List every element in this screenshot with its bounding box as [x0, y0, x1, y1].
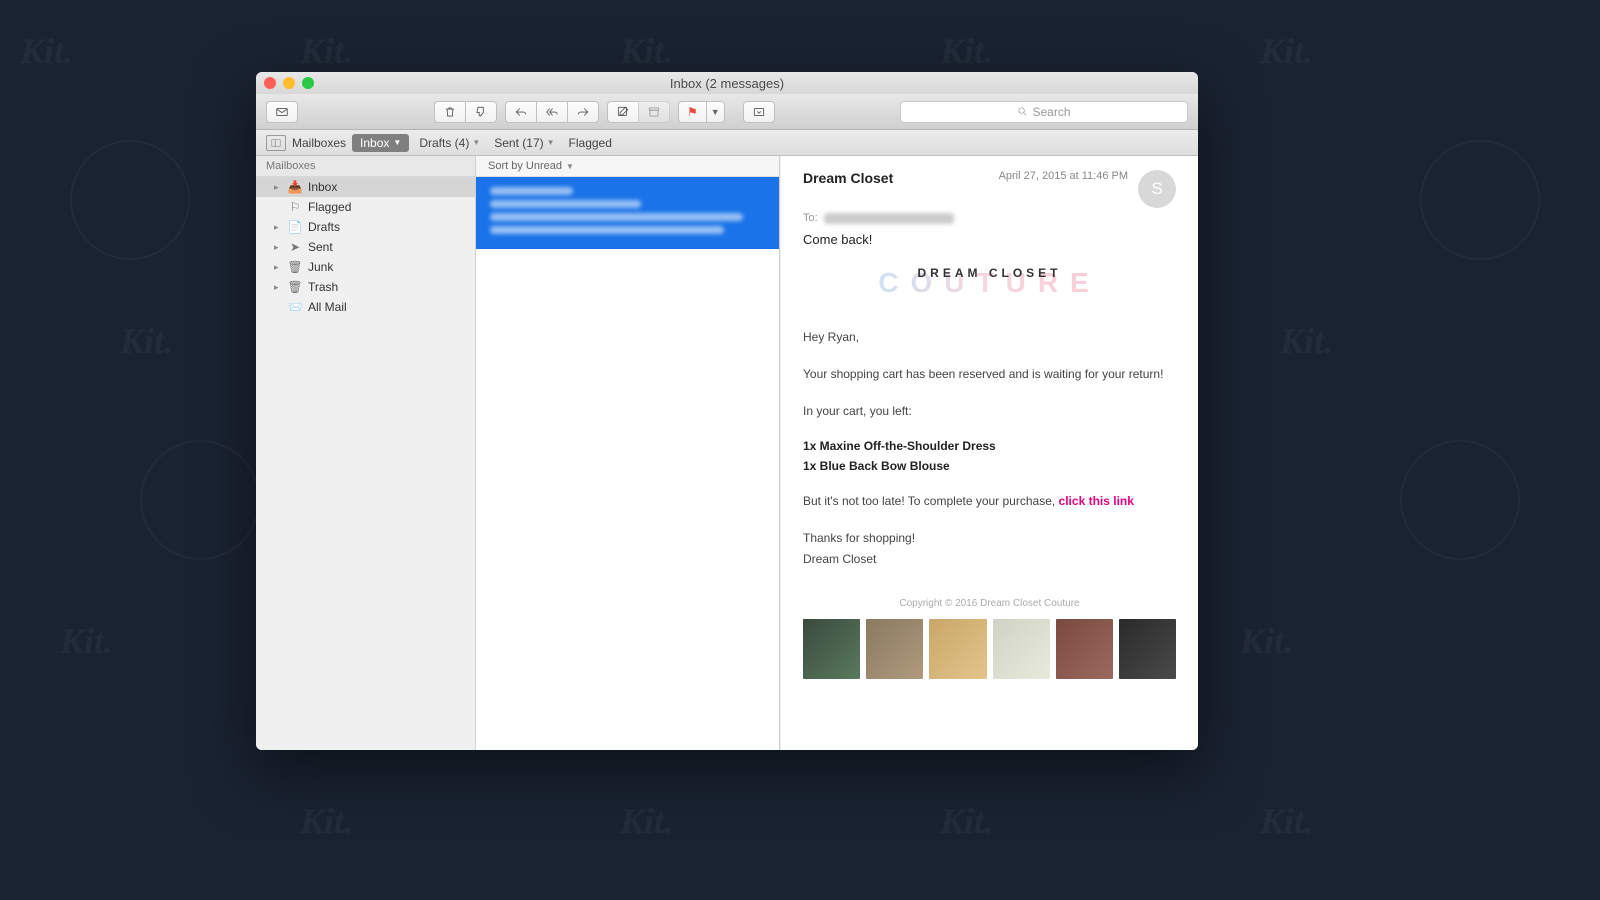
forward-icon [576, 105, 590, 119]
chevron-down-icon: ▼ [711, 107, 720, 117]
trash-icon: 🗑 [288, 280, 302, 294]
body-greeting: Hey Ryan, [803, 329, 1176, 346]
search-placeholder: Search [1032, 105, 1070, 119]
minimize-window-icon[interactable] [283, 77, 295, 89]
toolbar: ⚑ ▼ Search [256, 94, 1198, 130]
product-thumb[interactable] [993, 619, 1050, 679]
flag-button[interactable]: ⚑ [678, 101, 706, 123]
from-name: Dream Closet [803, 170, 999, 186]
archive-button[interactable] [638, 101, 670, 123]
reply-all-icon [545, 105, 559, 119]
flag-icon: ⚑ [687, 105, 698, 119]
sidebar-item-junk[interactable]: ▸🗑Junk [256, 257, 475, 277]
window-title: Inbox (2 messages) [256, 76, 1198, 91]
product-thumb[interactable] [1119, 619, 1176, 679]
delete-button[interactable] [434, 101, 465, 123]
product-thumb[interactable] [866, 619, 923, 679]
sidebar-item-inbox[interactable]: ▸📥Inbox [256, 177, 475, 197]
archive-icon [647, 105, 661, 119]
product-thumb[interactable] [929, 619, 986, 679]
dropdown-box-icon [752, 105, 766, 119]
sidebar: Mailboxes ▸📥Inbox ⚐Flagged ▸📄Drafts ▸➤Se… [256, 156, 476, 750]
product-thumbnails [803, 619, 1176, 679]
thumbs-down-icon [474, 105, 488, 119]
sidebar-heading: Mailboxes [256, 156, 475, 177]
flag-outline-icon: ⚐ [288, 200, 302, 214]
message-date: April 27, 2015 at 11:46 PM [999, 170, 1128, 182]
to-address-redacted [824, 213, 954, 224]
product-thumb[interactable] [803, 619, 860, 679]
titlebar: Inbox (2 messages) [256, 72, 1198, 94]
flagged-fav[interactable]: Flagged [565, 136, 616, 150]
body-p4: Thanks for shopping! [803, 530, 1176, 547]
body-p1: Your shopping cart has been reserved and… [803, 366, 1176, 383]
forward-button[interactable] [567, 101, 599, 123]
compose-icon [616, 105, 630, 119]
inbox-pill[interactable]: Inbox▼ [352, 134, 409, 152]
reply-icon [514, 105, 528, 119]
message-list: Sort by Unread▼ [476, 156, 780, 750]
envelope-icon [275, 105, 289, 119]
flag-menu-button[interactable]: ▼ [706, 101, 725, 123]
body-p3: But it's not too late! To complete your … [803, 493, 1176, 510]
body-p2: In your cart, you left: [803, 403, 1176, 420]
sidebar-item-all-mail[interactable]: 📨All Mail [256, 297, 475, 317]
to-line: To: [803, 212, 1176, 224]
product-thumb[interactable] [1056, 619, 1113, 679]
complete-purchase-link[interactable]: click this link [1059, 494, 1134, 508]
document-icon: 📄 [288, 220, 302, 234]
message-reader: Dream Closet April 27, 2015 at 11:46 PM … [780, 156, 1198, 750]
move-button[interactable] [743, 101, 775, 123]
mailboxes-toggle-button[interactable] [266, 135, 286, 151]
sort-button[interactable]: Sort by Unread▼ [476, 156, 779, 177]
inbox-icon: 📥 [288, 180, 302, 194]
drafts-fav[interactable]: Drafts (4)▼ [415, 136, 484, 150]
message-list-item[interactable] [476, 177, 779, 249]
get-mail-button[interactable] [266, 101, 298, 123]
sidebar-item-sent[interactable]: ▸➤Sent [256, 237, 475, 257]
reply-button[interactable] [505, 101, 536, 123]
sidebar-item-flagged[interactable]: ⚐Flagged [256, 197, 475, 217]
junk-button[interactable] [465, 101, 497, 123]
reply-all-button[interactable] [536, 101, 567, 123]
subject-line: Come back! [803, 232, 1176, 247]
tray-icon: 📨 [288, 300, 302, 314]
copyright: Copyright © 2016 Dream Closet Couture [803, 598, 1176, 609]
sender-avatar: S [1138, 170, 1176, 208]
sent-fav[interactable]: Sent (17)▼ [490, 136, 558, 150]
brand-logo: COUTURE DREAM CLOSET [803, 265, 1176, 305]
zoom-window-icon[interactable] [302, 77, 314, 89]
sidebar-item-drafts[interactable]: ▸📄Drafts [256, 217, 475, 237]
compose-button[interactable] [607, 101, 638, 123]
favorites-bar: Mailboxes Inbox▼ Drafts (4)▼ Sent (17)▼ … [256, 130, 1198, 156]
mail-window: Inbox (2 messages) ⚑ ▼ Search [256, 72, 1198, 750]
trash-icon [443, 105, 457, 119]
paper-plane-icon: ➤ [288, 240, 302, 254]
search-icon [1017, 106, 1028, 117]
cart-items: 1x Maxine Off-the-Shoulder Dress 1x Blue… [803, 439, 1176, 473]
body-p5: Dream Closet [803, 551, 1176, 568]
sidebar-item-trash[interactable]: ▸🗑Trash [256, 277, 475, 297]
junk-box-icon: 🗑 [288, 260, 302, 274]
mailboxes-label[interactable]: Mailboxes [292, 136, 346, 150]
close-window-icon[interactable] [264, 77, 276, 89]
search-input[interactable]: Search [900, 101, 1188, 123]
